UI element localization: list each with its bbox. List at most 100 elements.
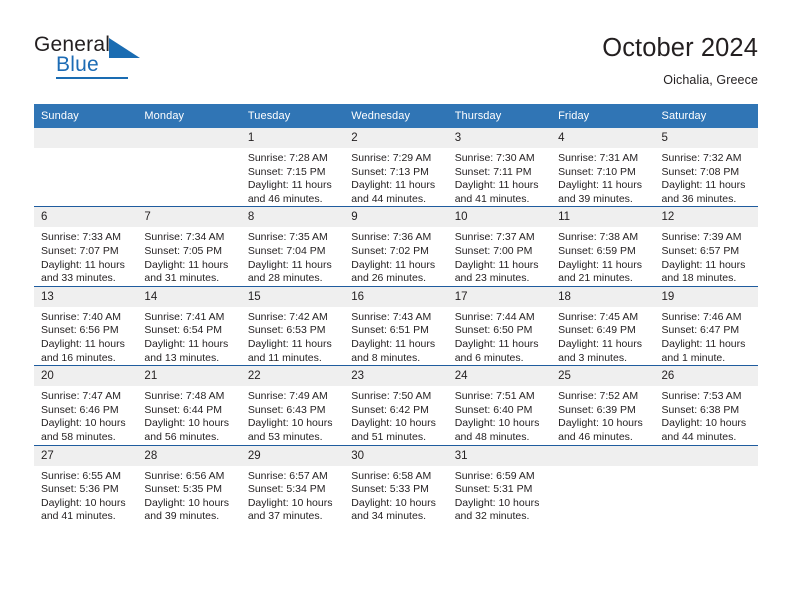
sunrise-text: Sunrise: 6:56 AM — [144, 469, 225, 482]
calendar-day-cell[interactable]: 8 Sunrise: 7:35 AM Sunset: 7:04 PM Daylight… — [240, 206, 345, 287]
sunrise-text: Sunrise: 7:40 AM — [41, 310, 121, 323]
calendar-day-cell[interactable]: 25 Sunrise: 7:52 AM Sunset: 6:39 PM Dayligh… — [551, 365, 655, 445]
day-number: 7 — [137, 207, 241, 228]
daylight-text: Daylight: 11 hours and 11 minutes. — [247, 337, 332, 364]
calendar-day-cell[interactable]: 20 Sunrise: 7:47 AM Sunset: 6:46 PM Dayligh… — [34, 365, 138, 445]
day-number: 28 — [137, 445, 241, 466]
day-details: Sunrise: 7:36 AM Sunset: 7:02 PM Daylight:… — [344, 227, 447, 285]
daylight-text: Daylight: 11 hours and 1 minute. — [661, 337, 746, 364]
sunrise-text: Sunrise: 7:37 AM — [454, 231, 535, 244]
weekday-header-friday: Friday — [551, 104, 655, 128]
day-details: Sunrise: 7:34 AM Sunset: 7:05 PM Daylight:… — [137, 227, 240, 285]
calendar-day-cell[interactable]: 14 Sunrise: 7:41 AM Sunset: 6:54 PM Dayligh… — [137, 285, 241, 366]
day-number: 29 — [240, 445, 345, 466]
sunrise-text: Sunrise: 7:29 AM — [351, 152, 432, 164]
daylight-text: Daylight: 11 hours and 36 minutes. — [661, 179, 746, 205]
calendar-day-cell[interactable]: 23 Sunrise: 7:50 AM Sunset: 6:42 PM Dayligh… — [344, 365, 448, 445]
day-number: 13 — [34, 286, 138, 307]
day-number: 19 — [654, 286, 758, 307]
calendar-day-cell[interactable]: 7 Sunrise: 7:34 AM Sunset: 7:05 PM Daylight… — [137, 206, 241, 287]
calendar-day-cell[interactable]: 29 Sunrise: 6:57 AM Sunset: 5:34 PM Dayligh… — [240, 444, 345, 524]
daylight-text: Daylight: 11 hours and 44 minutes. — [351, 179, 436, 205]
day-details: Sunrise: 6:56 AM Sunset: 5:35 PM Daylight:… — [137, 466, 240, 524]
sunset-text: Sunset: 7:08 PM — [661, 165, 740, 178]
calendar-day-cell[interactable]: 17 Sunrise: 7:44 AM Sunset: 6:50 PM Dayligh… — [447, 285, 552, 366]
day-number: 8 — [240, 207, 345, 228]
day-details: Sunrise: 6:59 AM Sunset: 5:31 PM Daylight:… — [448, 466, 551, 524]
daylight-text: Daylight: 10 hours and 51 minutes. — [351, 417, 436, 443]
day-number: 25 — [551, 366, 655, 387]
calendar-day-cell[interactable]: 13 Sunrise: 7:40 AM Sunset: 6:56 PM Dayligh… — [34, 285, 138, 366]
day-details: Sunrise: 7:40 AM Sunset: 6:56 PM Daylight:… — [34, 307, 137, 365]
sunset-text: Sunset: 6:47 PM — [661, 324, 740, 337]
day-number: 1 — [240, 128, 345, 148]
day-details: Sunrise: 7:51 AM Sunset: 6:40 PM Daylight:… — [448, 386, 551, 444]
sunrise-text: Sunrise: 7:43 AM — [351, 310, 432, 323]
day-number: 22 — [240, 366, 345, 387]
day-number: 15 — [240, 286, 345, 307]
sunrise-text: Sunrise: 7:34 AM — [144, 231, 225, 244]
day-details: Sunrise: 7:37 AM Sunset: 7:00 PM Daylight:… — [448, 227, 551, 285]
sunset-text: Sunset: 5:31 PM — [454, 483, 533, 496]
day-details: Sunrise: 7:32 AM Sunset: 7:08 PM Daylight:… — [655, 148, 758, 206]
calendar-day-cell[interactable]: 1 Sunrise: 7:28 AM Sunset: 7:15 PM Daylight… — [240, 128, 345, 207]
day-number: 27 — [34, 445, 138, 466]
day-number — [654, 445, 758, 466]
day-details: Sunrise: 7:43 AM Sunset: 6:51 PM Daylight:… — [344, 307, 447, 365]
calendar-day-cell[interactable]: 12 Sunrise: 7:39 AM Sunset: 6:57 PM Dayligh… — [654, 206, 758, 287]
day-number: 31 — [447, 445, 552, 466]
daylight-text: Daylight: 10 hours and 41 minutes. — [41, 496, 126, 523]
day-number: 17 — [447, 286, 552, 307]
calendar-empty-cell — [34, 128, 138, 207]
calendar-day-cell[interactable]: 18 Sunrise: 7:45 AM Sunset: 6:49 PM Dayligh… — [551, 285, 655, 366]
calendar-day-cell[interactable]: 11 Sunrise: 7:38 AM Sunset: 6:59 PM Dayligh… — [551, 206, 655, 287]
sunset-text: Sunset: 6:43 PM — [247, 403, 326, 416]
sunrise-text: Sunrise: 7:36 AM — [351, 231, 432, 244]
calendar-day-cell[interactable]: 21 Sunrise: 7:48 AM Sunset: 6:44 PM Dayligh… — [137, 365, 241, 445]
day-number — [137, 128, 241, 148]
calendar-day-cell[interactable]: 27 Sunrise: 6:55 AM Sunset: 5:36 PM Dayligh… — [34, 444, 138, 524]
calendar-day-cell[interactable]: 31 Sunrise: 6:59 AM Sunset: 5:31 PM Dayligh… — [447, 444, 552, 524]
calendar-day-cell[interactable]: 30 Sunrise: 6:58 AM Sunset: 5:33 PM Dayligh… — [344, 444, 448, 524]
daylight-text: Daylight: 11 hours and 41 minutes. — [454, 179, 539, 205]
logo-text-blue: Blue — [56, 53, 99, 76]
day-details: Sunrise: 7:53 AM Sunset: 6:38 PM Daylight:… — [655, 386, 758, 444]
day-details: Sunrise: 7:29 AM Sunset: 7:13 PM Daylight:… — [344, 148, 447, 206]
calendar-header-row: Sunday Monday Tuesday Wednesday Thursday… — [34, 104, 758, 128]
calendar-day-cell[interactable]: 6 Sunrise: 7:33 AM Sunset: 7:07 PM Daylight… — [34, 206, 138, 287]
calendar-day-cell[interactable]: 10 Sunrise: 7:37 AM Sunset: 7:00 PM Dayligh… — [447, 206, 552, 287]
calendar-day-cell[interactable]: 5 Sunrise: 7:32 AM Sunset: 7:08 PM Daylight… — [654, 128, 758, 207]
sunset-text: Sunset: 7:10 PM — [558, 165, 636, 178]
daylight-text: Daylight: 10 hours and 56 minutes. — [144, 417, 230, 443]
day-details: Sunrise: 7:42 AM Sunset: 6:53 PM Daylight:… — [241, 307, 344, 365]
sunrise-text: Sunrise: 7:31 AM — [558, 152, 639, 164]
calendar-day-cell[interactable]: 3 Sunrise: 7:30 AM Sunset: 7:11 PM Daylight… — [447, 128, 552, 207]
sunset-text: Sunset: 6:38 PM — [661, 403, 740, 416]
calendar-day-cell[interactable]: 28 Sunrise: 6:56 AM Sunset: 5:35 PM Dayligh… — [137, 444, 241, 524]
daylight-text: Daylight: 11 hours and 28 minutes. — [247, 258, 332, 285]
calendar-day-cell[interactable]: 24 Sunrise: 7:51 AM Sunset: 6:40 PM Dayligh… — [447, 365, 552, 445]
calendar-day-cell[interactable]: 16 Sunrise: 7:43 AM Sunset: 6:51 PM Dayligh… — [344, 285, 448, 366]
calendar-day-cell[interactable]: 2 Sunrise: 7:29 AM Sunset: 7:13 PM Daylight… — [344, 128, 448, 207]
general-blue-logo[interactable]: General Blue — [34, 33, 154, 83]
calendar-day-cell[interactable]: 9 Sunrise: 7:36 AM Sunset: 7:02 PM Daylight… — [344, 206, 448, 287]
day-number: 26 — [654, 366, 758, 387]
sunrise-text: Sunrise: 7:44 AM — [454, 310, 535, 323]
sunrise-text: Sunrise: 7:33 AM — [41, 231, 121, 244]
weekday-header-thursday: Thursday — [447, 104, 552, 128]
day-details: Sunrise: 7:44 AM Sunset: 6:50 PM Daylight:… — [448, 307, 551, 365]
day-number: 9 — [344, 207, 448, 228]
calendar-day-cell[interactable]: 4 Sunrise: 7:31 AM Sunset: 7:10 PM Daylight… — [551, 128, 655, 207]
sunset-text: Sunset: 5:36 PM — [41, 483, 119, 496]
sunset-text: Sunset: 7:13 PM — [351, 165, 429, 178]
calendar-day-cell[interactable]: 22 Sunrise: 7:49 AM Sunset: 6:43 PM Dayligh… — [240, 365, 345, 445]
calendar-day-cell[interactable]: 19 Sunrise: 7:46 AM Sunset: 6:47 PM Dayligh… — [654, 285, 758, 366]
day-number: 12 — [654, 207, 758, 228]
calendar-day-cell[interactable]: 15 Sunrise: 7:42 AM Sunset: 6:53 PM Dayligh… — [240, 285, 345, 366]
sunrise-text: Sunrise: 7:28 AM — [247, 152, 328, 164]
daylight-text: Daylight: 10 hours and 48 minutes. — [454, 417, 540, 443]
calendar-day-cell[interactable]: 26 Sunrise: 7:53 AM Sunset: 6:38 PM Dayligh… — [654, 365, 758, 445]
sunset-text: Sunset: 6:40 PM — [454, 403, 533, 416]
daylight-text: Daylight: 11 hours and 16 minutes. — [41, 337, 125, 364]
sunset-text: Sunset: 6:42 PM — [351, 403, 429, 416]
